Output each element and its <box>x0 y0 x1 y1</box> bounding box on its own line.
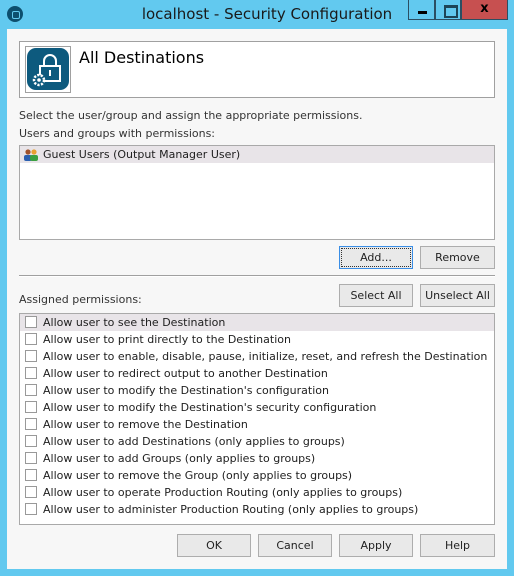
permission-label: Allow user to remove the Group (only app… <box>43 469 353 482</box>
permission-label: Allow user to modify the Destination's s… <box>43 401 377 414</box>
header-panel: All Destinations <box>19 41 495 98</box>
minimize-button[interactable] <box>408 0 435 20</box>
permission-checkbox[interactable] <box>25 316 37 328</box>
permission-checkbox[interactable] <box>25 367 37 379</box>
permission-label: Allow user to add Groups (only applies t… <box>43 452 316 465</box>
select-all-button[interactable]: Select All <box>339 284 413 307</box>
instructions-text: Select the user/group and assign the app… <box>19 109 363 122</box>
user-group-icon <box>23 149 39 161</box>
permission-label: Allow user to enable, disable, pause, in… <box>43 350 488 363</box>
permission-row[interactable]: Allow user to enable, disable, pause, in… <box>20 348 494 365</box>
permission-label: Allow user to administer Production Rout… <box>43 503 419 516</box>
unselect-all-button[interactable]: Unselect All <box>420 284 495 307</box>
permission-checkbox[interactable] <box>25 469 37 481</box>
permission-label: Allow user to remove the Destination <box>43 418 248 431</box>
ok-button[interactable]: OK <box>177 534 251 557</box>
permission-label: Allow user to print directly to the Dest… <box>43 333 291 346</box>
lock-gear-icon <box>25 46 71 93</box>
permission-row[interactable]: Allow user to administer Production Rout… <box>20 501 494 518</box>
permission-row[interactable]: Allow user to redirect output to another… <box>20 365 494 382</box>
permission-checkbox[interactable] <box>25 333 37 345</box>
close-button[interactable]: x <box>461 0 508 20</box>
permission-checkbox[interactable] <box>25 435 37 447</box>
remove-button[interactable]: Remove <box>420 246 495 269</box>
permission-row[interactable]: Allow user to remove the Destination <box>20 416 494 433</box>
permission-checkbox[interactable] <box>25 384 37 396</box>
permission-checkbox[interactable] <box>25 350 37 362</box>
permission-row[interactable]: Allow user to modify the Destination's c… <box>20 382 494 399</box>
users-list[interactable]: Guest Users (Output Manager User) <box>19 145 495 240</box>
help-button[interactable]: Help <box>420 534 495 557</box>
permission-checkbox[interactable] <box>25 452 37 464</box>
user-name: Guest Users (Output Manager User) <box>43 148 241 161</box>
permission-checkbox[interactable] <box>25 418 37 430</box>
permission-row[interactable]: Allow user to modify the Destination's s… <box>20 399 494 416</box>
users-label: Users and groups with permissions: <box>19 127 216 140</box>
maximize-button[interactable] <box>435 0 461 20</box>
permission-checkbox[interactable] <box>25 486 37 498</box>
permission-row[interactable]: Allow user to add Destinations (only app… <box>20 433 494 450</box>
permission-checkbox[interactable] <box>25 401 37 413</box>
permission-label: Allow user to see the Destination <box>43 316 226 329</box>
title-bar: localhost - Security Configuration x <box>0 0 514 29</box>
permission-row[interactable]: Allow user to print directly to the Dest… <box>20 331 494 348</box>
apply-button[interactable]: Apply <box>339 534 413 557</box>
divider <box>19 275 495 277</box>
page-title: All Destinations <box>79 48 205 67</box>
permission-label: Allow user to redirect output to another… <box>43 367 328 380</box>
permissions-list[interactable]: Allow user to see the Destination Allow u… <box>19 313 495 525</box>
list-item[interactable]: Guest Users (Output Manager User) <box>20 146 494 163</box>
add-button[interactable]: Add... <box>339 246 413 269</box>
permission-row[interactable]: Allow user to remove the Group (only app… <box>20 467 494 484</box>
permission-row[interactable]: Allow user to add Groups (only applies t… <box>20 450 494 467</box>
permission-label: Allow user to operate Production Routing… <box>43 486 403 499</box>
permission-row[interactable]: Allow user to operate Production Routing… <box>20 484 494 501</box>
permission-row[interactable]: Allow user to see the Destination <box>20 314 494 331</box>
permission-checkbox[interactable] <box>25 503 37 515</box>
permission-label: Allow user to modify the Destination's c… <box>43 384 329 397</box>
permissions-label: Assigned permissions: <box>19 293 142 306</box>
permission-label: Allow user to add Destinations (only app… <box>43 435 345 448</box>
cancel-button[interactable]: Cancel <box>258 534 332 557</box>
